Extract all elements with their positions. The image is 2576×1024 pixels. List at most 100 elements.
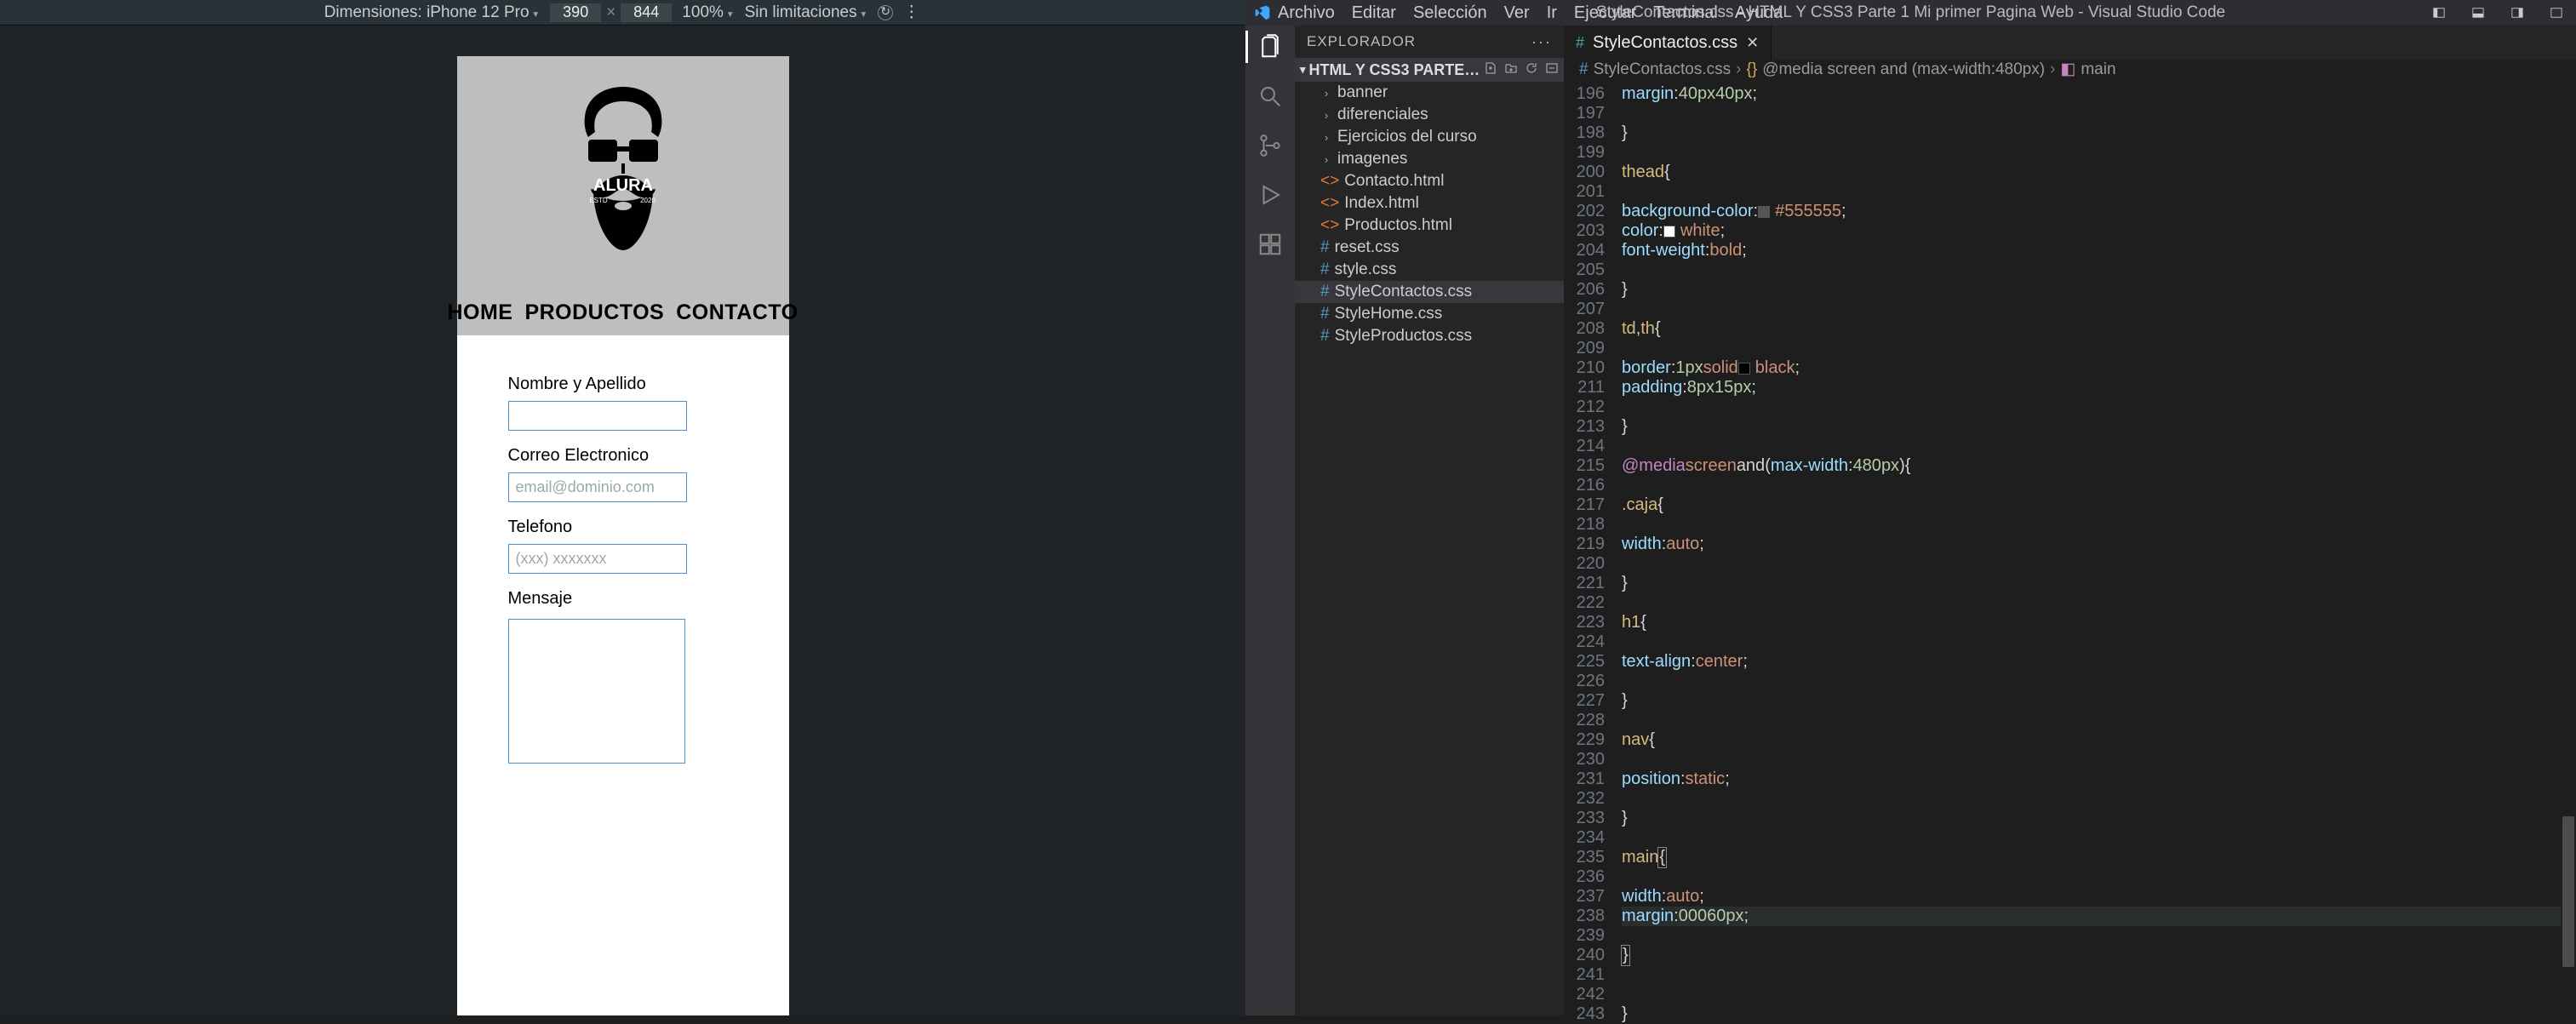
activitybar	[1245, 26, 1295, 1015]
input-nombre[interactable]	[508, 401, 687, 431]
editor-column: # StyleContactos.css ✕ # StyleContactos.…	[1564, 26, 2576, 1015]
vscode-titlebar: Archivo Editar Selección Ver Ir Ejecutar…	[1245, 0, 2576, 26]
breadcrumbs[interactable]: # StyleContactos.css › {} @media screen …	[1564, 60, 2576, 79]
css-file-icon: #	[1320, 283, 1330, 301]
explorer-icon[interactable]	[1257, 34, 1283, 60]
input-telefono[interactable]	[508, 544, 687, 574]
zoom-dropdown[interactable]: 100%	[682, 3, 734, 22]
nav-link-contacto[interactable]: CONTACTO	[676, 300, 798, 325]
label-telefono: Telefono	[508, 518, 738, 537]
tree-file-stylecontactos[interactable]: #StyleContactos.css	[1295, 281, 1564, 303]
devtools-toolbar: Dimensiones: iPhone 12 Pro × 100% Sin li…	[0, 0, 1245, 26]
editor-scrollbar[interactable]	[2562, 79, 2574, 1024]
alura-logo: ALURA ESTD 2020	[568, 87, 678, 270]
breadcrumb-file[interactable]: StyleContactos.css	[1594, 60, 1732, 79]
device-dims: ×	[550, 3, 672, 22]
preview-header: ALURA ESTD 2020	[457, 56, 789, 290]
css-file-icon: #	[1320, 238, 1330, 257]
device-stage: ALURA ESTD 2020 HOME PRODUCTOS CONTACTO …	[0, 26, 1245, 1015]
tree-folder-imagenes[interactable]: ›imagenes	[1295, 148, 1564, 170]
device-dropdown[interactable]: Dimensiones: iPhone 12 Pro	[324, 3, 541, 22]
css-file-icon: #	[1320, 327, 1330, 346]
tab-label: StyleContactos.css	[1593, 33, 1737, 53]
tree-folder-diferenciales[interactable]: ›diferenciales	[1295, 104, 1564, 126]
tree-file-contacto[interactable]: <>Contacto.html	[1295, 170, 1564, 192]
editor-tab[interactable]: # StyleContactos.css ✕	[1564, 26, 1772, 60]
rotate-icon[interactable]	[878, 5, 893, 20]
menu-editar[interactable]: Editar	[1352, 3, 1396, 23]
chevron-right-icon: ›	[1736, 60, 1741, 79]
vscode-body: EXPLORADOR ··· ▾ HTML Y CSS3 PARTE 1 M..…	[1245, 26, 2576, 1015]
element-icon: ◧	[2060, 60, 2075, 79]
html-file-icon: <>	[1320, 194, 1339, 213]
nav-link-home[interactable]: HOME	[447, 300, 512, 325]
device-frame: ALURA ESTD 2020 HOME PRODUCTOS CONTACTO …	[457, 56, 789, 1015]
tree-file-style[interactable]: #style.css	[1295, 259, 1564, 281]
split-left-icon[interactable]	[2419, 0, 2459, 26]
breadcrumb-main[interactable]: main	[2081, 60, 2115, 79]
vscode-pane: Archivo Editar Selección Ver Ir Ejecutar…	[1245, 0, 2576, 1015]
logo-year-left: ESTD	[589, 197, 608, 204]
window-title: StyleContactos.css - HTML Y CSS3 Parte 1…	[1596, 3, 2225, 22]
logo-text: ALURA	[593, 176, 653, 195]
vscode-logo-icon	[1254, 4, 1271, 21]
css-file-icon: #	[1576, 34, 1584, 52]
layout-icon[interactable]	[2537, 0, 2576, 26]
menu-seleccion[interactable]: Selección	[1413, 3, 1487, 23]
new-folder-icon[interactable]	[1504, 61, 1518, 79]
tree-file-productos[interactable]: <>Productos.html	[1295, 215, 1564, 237]
throttle-dropdown[interactable]: Sin limitaciones	[745, 3, 868, 22]
code-area[interactable]: margin: 40px 40px; } thead{ background-c…	[1613, 79, 2561, 1024]
code-editor[interactable]: 1961971981992002012022032042052062072082…	[1564, 79, 2576, 1024]
tree-folder-ejercicios[interactable]: ›Ejercicios del curso	[1295, 126, 1564, 148]
refresh-icon[interactable]	[1525, 61, 1538, 79]
chevron-down-icon: ▾	[1300, 63, 1306, 77]
sidebar-more-icon[interactable]: ···	[1531, 33, 1552, 51]
css-file-icon: #	[1320, 305, 1330, 323]
split-bottom-icon[interactable]	[2459, 0, 2498, 26]
tree-file-index[interactable]: <>Index.html	[1295, 192, 1564, 215]
tree-folder-banner[interactable]: ›banner	[1295, 82, 1564, 104]
input-correo[interactable]	[508, 472, 687, 502]
project-row[interactable]: ▾ HTML Y CSS3 PARTE 1 M...	[1295, 58, 1564, 82]
line-gutter: 1961971981992002012022032042052062072082…	[1564, 79, 1613, 1024]
collapse-icon[interactable]	[1545, 61, 1559, 79]
source-control-icon[interactable]	[1257, 133, 1283, 158]
split-right-icon[interactable]	[2498, 0, 2537, 26]
label-nombre: Nombre y Apellido	[508, 375, 738, 394]
chevron-right-icon: ›	[2050, 60, 2055, 79]
menu-ir[interactable]: Ir	[1547, 3, 1557, 23]
html-file-icon: <>	[1320, 172, 1339, 191]
tree-file-styleproductos[interactable]: #StyleProductos.css	[1295, 325, 1564, 347]
breadcrumb-media[interactable]: @media screen and (max-width:480px)	[1762, 60, 2045, 79]
preview-nav: HOME PRODUCTOS CONTACTO	[457, 290, 789, 335]
css-file-icon: #	[1579, 60, 1589, 79]
close-icon[interactable]: ✕	[1746, 34, 1759, 52]
explorer-label: EXPLORADOR	[1307, 33, 1416, 50]
sidebar-header: EXPLORADOR ···	[1295, 26, 1564, 58]
device-height-input[interactable]	[621, 3, 672, 22]
tree-file-stylehome[interactable]: #StyleHome.css	[1295, 303, 1564, 325]
html-file-icon: <>	[1320, 216, 1339, 235]
extensions-icon[interactable]	[1257, 232, 1283, 257]
devtools-pane: Dimensiones: iPhone 12 Pro × 100% Sin li…	[0, 0, 1245, 1015]
preview-form: Nombre y Apellido Correo Electronico Tel…	[457, 335, 789, 820]
editor-tabbar: # StyleContactos.css ✕	[1564, 26, 2576, 60]
label-correo: Correo Electronico	[508, 446, 738, 466]
menu-archivo[interactable]: Archivo	[1278, 3, 1335, 23]
new-file-icon[interactable]	[1484, 61, 1497, 79]
devtools-more-icon[interactable]: ⋮	[903, 3, 921, 22]
label-mensaje: Mensaje	[508, 589, 738, 609]
run-debug-icon[interactable]	[1257, 182, 1283, 208]
nav-link-productos[interactable]: PRODUCTOS	[524, 300, 664, 325]
logo-year-right: 2020	[640, 197, 655, 204]
css-file-icon: #	[1320, 260, 1330, 279]
sidebar: EXPLORADOR ··· ▾ HTML Y CSS3 PARTE 1 M..…	[1295, 26, 1564, 1015]
dims-x: ×	[606, 3, 615, 22]
device-width-input[interactable]	[550, 3, 601, 22]
menu-ver[interactable]: Ver	[1504, 3, 1530, 23]
textarea-mensaje[interactable]	[508, 619, 685, 764]
tree-file-reset[interactable]: #reset.css	[1295, 237, 1564, 259]
search-icon[interactable]	[1257, 83, 1283, 109]
window-buttons	[2419, 0, 2576, 26]
